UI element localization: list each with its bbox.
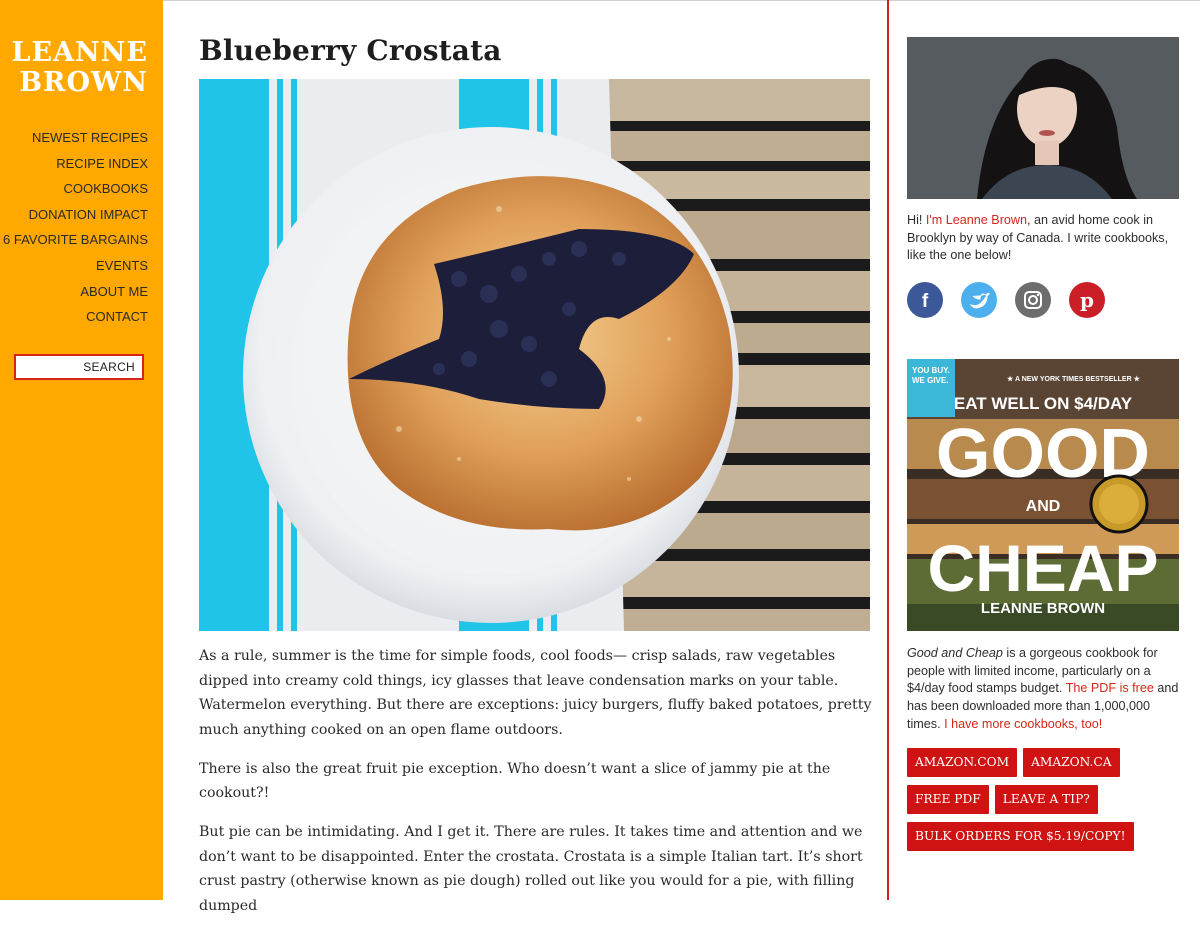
buy-buttons-row-3: BULK ORDERS FOR $5.19/COPY! bbox=[907, 822, 1140, 851]
book-title-cheap: CHEAP bbox=[927, 531, 1158, 605]
nav-item-events[interactable]: EVENTS bbox=[3, 253, 148, 279]
about-me-link[interactable]: I'm Leanne Brown bbox=[926, 213, 1027, 227]
author-bio: Hi! I'm Leanne Brown, an avid home cook … bbox=[907, 212, 1179, 265]
book-desc-title: Good and Cheap bbox=[907, 646, 1003, 660]
svg-text:f: f bbox=[922, 291, 929, 312]
svg-text:p: p bbox=[1080, 288, 1094, 312]
nav-item-recipe-index[interactable]: RECIPE INDEX bbox=[3, 151, 148, 177]
book-corner-1: YOU BUY. bbox=[912, 366, 950, 375]
nav-item-about-me[interactable]: ABOUT ME bbox=[3, 279, 148, 305]
search-box: SEARCH bbox=[14, 354, 144, 380]
book-title-and: AND bbox=[1026, 498, 1061, 515]
buy-buttons-row-2: FREE PDF LEAVE A TIP? bbox=[907, 785, 1104, 814]
social-links: f p bbox=[907, 282, 1179, 318]
buy-buttons-row-1: AMAZON.COM AMAZON.CA bbox=[907, 748, 1126, 777]
logo-line-2: BROWN bbox=[19, 67, 148, 98]
nav-item-contact[interactable]: CONTACT bbox=[3, 304, 148, 330]
left-navigation: LEANNE BROWN NEWEST RECIPES RECIPE INDEX… bbox=[0, 0, 163, 900]
hero-image bbox=[199, 79, 870, 631]
post-title: Blueberry Crostata bbox=[199, 34, 502, 67]
post-paragraph: There is also the great fruit pie except… bbox=[199, 760, 831, 802]
book-cover[interactable]: YOU BUY. WE GIVE. ★ A NEW YORK TIMES BES… bbox=[907, 359, 1179, 631]
main-menu: NEWEST RECIPES RECIPE INDEX COOKBOOKS DO… bbox=[3, 125, 148, 330]
amazon-ca-button[interactable]: AMAZON.CA bbox=[1023, 748, 1120, 777]
book-description: Good and Cheap is a gorgeous cookbook fo… bbox=[907, 645, 1179, 734]
facebook-icon[interactable]: f bbox=[907, 282, 943, 318]
bulk-orders-button[interactable]: BULK ORDERS FOR $5.19/COPY! bbox=[907, 822, 1134, 851]
book-author: LEANNE BROWN bbox=[981, 600, 1105, 617]
search-button[interactable]: SEARCH bbox=[83, 360, 135, 374]
free-pdf-button[interactable]: FREE PDF bbox=[907, 785, 989, 814]
nav-item-cookbooks[interactable]: COOKBOOKS bbox=[3, 176, 148, 202]
post-paragraph: But pie can be intimidating. And I get i… bbox=[199, 824, 863, 914]
leave-tip-button[interactable]: LEAVE A TIP? bbox=[994, 785, 1098, 814]
more-cookbooks-link[interactable]: I have more cookbooks, too! bbox=[944, 717, 1102, 731]
nav-item-newest-recipes[interactable]: NEWEST RECIPES bbox=[3, 125, 148, 151]
amazon-com-button[interactable]: AMAZON.COM bbox=[907, 748, 1018, 777]
pinterest-icon[interactable]: p bbox=[1069, 282, 1105, 318]
author-photo bbox=[907, 37, 1179, 199]
bio-intro: Hi! bbox=[907, 213, 926, 227]
crostata-photo bbox=[199, 79, 870, 631]
post-body: As a rule, summer is the time for simple… bbox=[199, 644, 874, 933]
free-pdf-link[interactable]: The PDF is free bbox=[1066, 681, 1154, 695]
column-divider bbox=[887, 0, 889, 900]
twitter-icon[interactable] bbox=[961, 282, 997, 318]
top-border bbox=[0, 0, 1200, 1]
book-corner-2: WE GIVE. bbox=[912, 376, 948, 385]
post-paragraph: As a rule, summer is the time for simple… bbox=[199, 648, 872, 738]
nav-item-favorite-bargains[interactable]: 6 FAVORITE BARGAINS bbox=[3, 227, 148, 253]
nav-item-donation-impact[interactable]: DONATION IMPACT bbox=[3, 202, 148, 228]
instagram-icon[interactable] bbox=[1015, 282, 1051, 318]
site-logo[interactable]: LEANNE BROWN bbox=[12, 38, 148, 98]
logo-line-1: LEANNE bbox=[11, 37, 148, 68]
book-nyt-label: ★ A NEW YORK TIMES BESTSELLER ★ bbox=[1007, 375, 1141, 383]
book-tagline: EAT WELL ON $4/DAY bbox=[954, 394, 1133, 413]
